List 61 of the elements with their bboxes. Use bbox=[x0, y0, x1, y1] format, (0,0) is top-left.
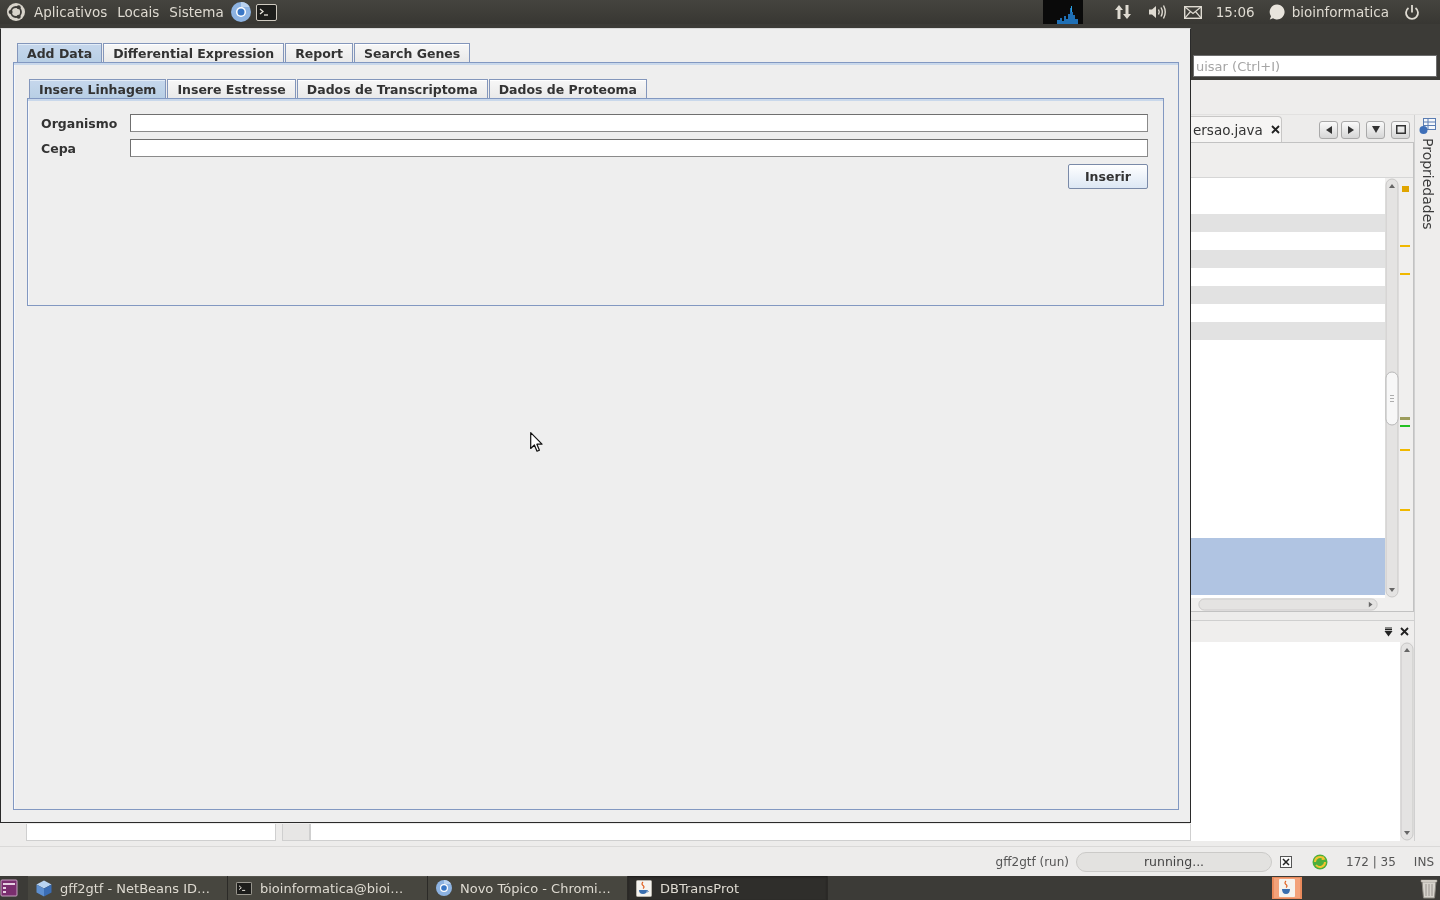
panel-menu[interactable]: Locais bbox=[112, 2, 165, 22]
tab[interactable]: Insere Estresse bbox=[167, 79, 296, 98]
panel-clock[interactable]: 15:06 bbox=[1215, 2, 1255, 22]
scroll-right-button[interactable] bbox=[1341, 120, 1360, 139]
cube-icon bbox=[36, 879, 52, 897]
volume-icon[interactable] bbox=[1147, 4, 1167, 20]
side-panel-tab[interactable]: Propriedades bbox=[1419, 138, 1436, 230]
speech-bubble-icon[interactable] bbox=[1268, 4, 1285, 20]
system-monitor-graph[interactable] bbox=[1042, 0, 1083, 24]
close-icon[interactable] bbox=[1400, 627, 1409, 636]
mail-icon[interactable] bbox=[1183, 5, 1202, 19]
power-icon[interactable] bbox=[1404, 3, 1420, 21]
window-icon[interactable] bbox=[0, 877, 18, 899]
round-logo-icon[interactable] bbox=[230, 2, 251, 22]
network-arrows-icon[interactable] bbox=[1114, 4, 1131, 20]
down-arrow-icon bbox=[1371, 124, 1380, 135]
tab[interactable]: Dados de Proteoma bbox=[488, 79, 647, 98]
editor-tab[interactable]: ersao.java bbox=[1191, 116, 1282, 142]
scroll-left-button[interactable] bbox=[1319, 120, 1338, 139]
close-icon[interactable] bbox=[1280, 855, 1292, 868]
tab[interactable]: Add Data bbox=[17, 43, 103, 62]
tab[interactable]: Insere Linhagem bbox=[29, 79, 167, 98]
terminal-icon[interactable] bbox=[255, 3, 277, 21]
tab[interactable]: Search Genes bbox=[353, 43, 471, 62]
maximize-button[interactable] bbox=[1391, 120, 1410, 139]
coffee-cup-icon bbox=[636, 879, 652, 897]
round-logo-icon bbox=[436, 880, 452, 896]
insert-button[interactable]: Inserir bbox=[1068, 164, 1148, 189]
vertical-scrollbar[interactable] bbox=[1385, 178, 1399, 598]
field-label: Cepa bbox=[41, 140, 78, 156]
taskbar-item[interactable]: DBTransProt bbox=[628, 876, 828, 900]
taskbar-item[interactable]: Novo Tópico - Chromi… bbox=[428, 876, 628, 900]
tab[interactable]: Dados de Transcriptoma bbox=[296, 79, 488, 98]
right-arrow-icon bbox=[1346, 124, 1355, 135]
tab[interactable]: Report bbox=[285, 43, 353, 62]
cursor-position: 172 | 35 bbox=[1346, 854, 1396, 869]
coffee-cup-icon[interactable] bbox=[1272, 877, 1302, 899]
input-field[interactable] bbox=[130, 139, 1148, 157]
insert-mode: INS bbox=[1413, 854, 1434, 869]
properties-icon[interactable] bbox=[1419, 118, 1436, 135]
input-field[interactable] bbox=[130, 114, 1148, 132]
ring-logo-icon[interactable] bbox=[7, 3, 25, 21]
field-label: Organismo bbox=[41, 115, 119, 131]
status-pill: running... bbox=[1076, 851, 1272, 872]
taskbar-item[interactable]: gff2gtf - NetBeans ID… bbox=[28, 876, 228, 900]
taskbar-item[interactable]: bioinformatica@bioi… bbox=[228, 876, 428, 900]
vertical-scrollbar[interactable] bbox=[1400, 642, 1414, 841]
tab[interactable]: Differential Expression bbox=[103, 43, 285, 62]
search-field[interactable]: uisar (Ctrl+I) bbox=[1193, 55, 1437, 77]
maximize-window-icon bbox=[1395, 125, 1406, 134]
user-name[interactable]: bioinformatica bbox=[1291, 2, 1389, 22]
panel-menu[interactable]: Aplicativos bbox=[29, 2, 113, 22]
terminal-icon bbox=[236, 881, 252, 895]
document-list-button[interactable] bbox=[1366, 120, 1385, 139]
minimize-icon[interactable] bbox=[1384, 626, 1393, 637]
panel-menu[interactable]: Sistema bbox=[164, 2, 229, 22]
task-name: gff2gtf (run) bbox=[995, 854, 1069, 869]
left-arrow-icon bbox=[1324, 124, 1333, 135]
mouse-pointer-icon bbox=[530, 432, 543, 452]
trash-icon[interactable] bbox=[1420, 877, 1438, 899]
close-icon[interactable] bbox=[1270, 125, 1280, 134]
